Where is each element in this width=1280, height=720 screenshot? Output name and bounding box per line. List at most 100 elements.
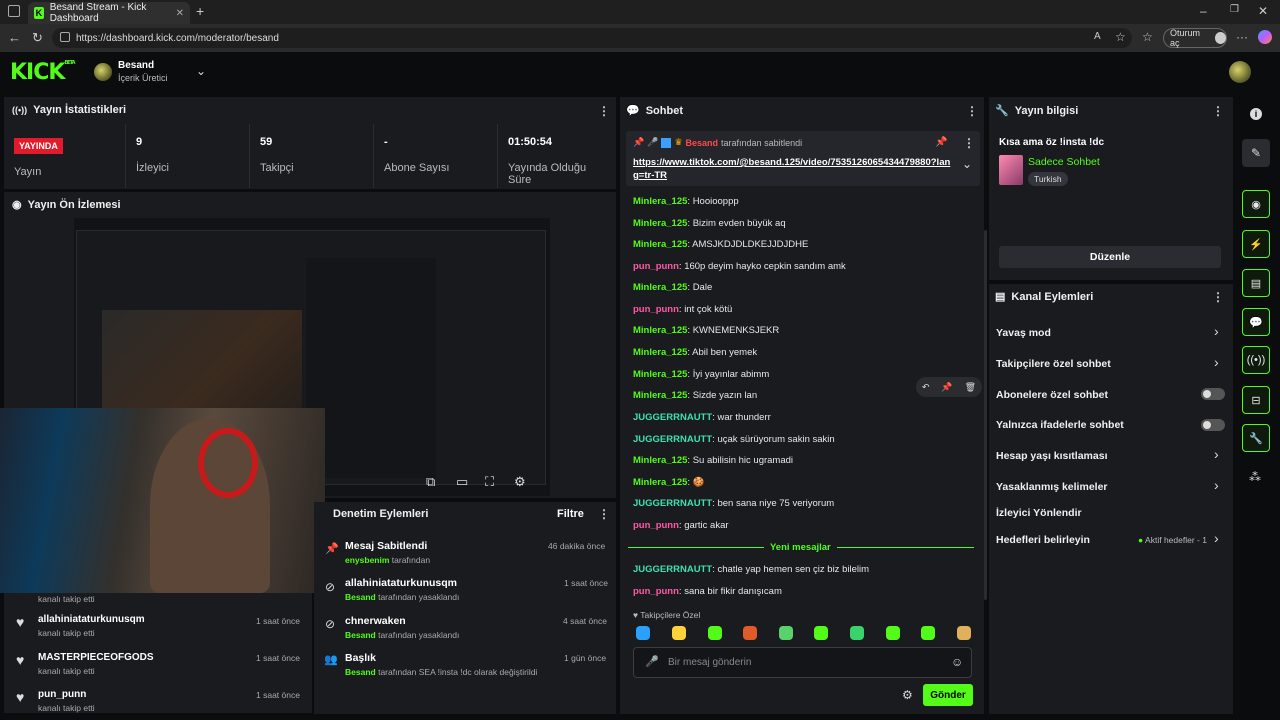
signin-button[interactable]: Oturum aç	[1163, 28, 1227, 48]
channel-switcher[interactable]: Besand İçerik Üretici	[118, 60, 168, 83]
goals-row[interactable]: Hedefleri belirleyin	[996, 534, 1090, 546]
banned-words-row[interactable]: Yasaklanmış kelimeler	[996, 481, 1108, 493]
tab-close-icon[interactable]: ✕	[176, 8, 184, 19]
sidebar-moderation-button[interactable]: ⊟	[1242, 386, 1270, 414]
reload-icon[interactable]: ↻	[32, 30, 43, 46]
chat-username[interactable]: Minlera_125	[633, 325, 687, 336]
back-icon[interactable]: ←	[8, 30, 21, 45]
emote-icon[interactable]	[708, 626, 722, 640]
site-info-icon[interactable]	[60, 32, 70, 42]
sidebar-tools-button[interactable]: 🔧	[1242, 424, 1270, 452]
chat-scrollbar[interactable]	[984, 230, 987, 600]
delete-icon[interactable]: 🗑	[965, 382, 976, 393]
window-close-icon[interactable]: ✕	[1258, 4, 1268, 18]
slow-mode-row[interactable]: Yavaş mod	[996, 327, 1051, 339]
chat-username[interactable]: pun_punn	[633, 520, 679, 531]
layout-icon[interactable]: ⁂	[1249, 470, 1261, 484]
new-tab-icon[interactable]: +	[196, 3, 204, 19]
chat-username[interactable]: Minlera_125	[633, 347, 687, 358]
mod-actor[interactable]: Besand	[345, 667, 376, 677]
subs-only-toggle[interactable]	[1201, 388, 1225, 400]
chat-username[interactable]: Minlera_125	[633, 390, 687, 401]
sidebar-preview-button[interactable]: ◉	[1242, 190, 1270, 218]
kick-logo[interactable]: KICKBETA	[10, 60, 76, 85]
edit-button[interactable]: Düzenle	[999, 246, 1221, 268]
user-avatar[interactable]	[1229, 61, 1251, 83]
filter-button[interactable]: Filtre	[557, 508, 584, 520]
chat-username[interactable]: JUGGERRNAUTT	[633, 498, 712, 509]
followers-only-row[interactable]: Takipçilere özel sohbet	[996, 358, 1111, 370]
emote-icon[interactable]	[957, 626, 971, 640]
chat-username[interactable]: JUGGERRNAUTT	[633, 434, 712, 445]
mic-icon[interactable]: 🎤	[645, 655, 659, 668]
sidebar-broadcast-button[interactable]: ((•))	[1242, 346, 1270, 374]
chat-menu-icon[interactable]: ⋮	[966, 104, 978, 118]
emote-only-toggle[interactable]	[1201, 419, 1225, 431]
pin-message-icon[interactable]: 📌	[941, 382, 952, 393]
emote-icon[interactable]	[779, 626, 793, 640]
chat-settings-icon[interactable]: ⚙	[902, 688, 913, 702]
chevron-right-icon[interactable]: ›	[1214, 477, 1219, 493]
chevron-down-icon[interactable]: ⌄	[962, 157, 972, 171]
chat-username[interactable]: pun_punn	[633, 261, 679, 272]
theater-icon[interactable]: ▭	[456, 474, 468, 490]
reply-icon[interactable]: ↶	[922, 382, 930, 393]
address-bar[interactable]: https://dashboard.kick.com/moderator/bes…	[52, 28, 1132, 48]
tab-actions-icon[interactable]	[8, 5, 20, 17]
settings-gear-icon[interactable]: ⚙	[514, 474, 526, 490]
pinned-link[interactable]: https://www.tiktok.com/@besand.125/video…	[633, 156, 955, 182]
edit-pencil-icon[interactable]: ✎	[1242, 139, 1270, 167]
sidebar-chat-button[interactable]: 💬	[1242, 308, 1270, 336]
chat-username[interactable]: JUGGERRNAUTT	[633, 412, 712, 423]
unpin-icon[interactable]: 📌	[935, 137, 947, 148]
sidebar-notes-button[interactable]: ▤	[1242, 269, 1270, 297]
pinned-user[interactable]: Besand	[686, 138, 719, 148]
channel-actions-menu-icon[interactable]: ⋮	[1212, 290, 1224, 304]
mod-actor[interactable]: Besand	[345, 630, 376, 640]
copilot-icon[interactable]	[1258, 30, 1272, 44]
browser-menu-icon[interactable]: ···	[1236, 30, 1248, 44]
favorite-star-icon[interactable]: ☆	[1115, 30, 1126, 44]
category-name[interactable]: Sadece Sohbet	[1028, 156, 1100, 168]
chevron-right-icon[interactable]: ›	[1214, 354, 1219, 370]
chat-username[interactable]: Minlera_125	[633, 196, 687, 207]
chat-username[interactable]: Minlera_125	[633, 477, 687, 488]
emoji-icon[interactable]: ☺	[951, 655, 963, 669]
info-icon[interactable]: i	[1250, 108, 1262, 120]
emote-icon[interactable]	[636, 626, 650, 640]
mod-actor[interactable]: Besand	[345, 592, 376, 602]
fullscreen-icon[interactable]: ⛶	[485, 474, 494, 490]
send-button[interactable]: Gönder	[923, 684, 973, 706]
read-aloud-icon[interactable]: A	[1094, 31, 1101, 42]
collections-icon[interactable]: ☆	[1142, 30, 1153, 44]
stream-info-menu-icon[interactable]: ⋮	[1212, 104, 1224, 118]
emote-icon[interactable]	[850, 626, 864, 640]
emote-icon[interactable]	[921, 626, 935, 640]
minimize-icon[interactable]: –	[1200, 4, 1207, 18]
chevron-right-icon[interactable]: ›	[1214, 446, 1219, 462]
chat-username[interactable]: Minlera_125	[633, 239, 687, 250]
maximize-icon[interactable]: ❐	[1230, 4, 1239, 15]
moderation-menu-icon[interactable]: ⋮	[598, 507, 610, 521]
chat-username[interactable]: pun_punn	[633, 304, 679, 315]
pinned-menu-icon[interactable]: ⋮	[963, 136, 975, 150]
sidebar-bolt-button[interactable]: ⚡	[1242, 230, 1270, 258]
stats-menu-icon[interactable]: ⋮	[598, 104, 610, 118]
account-age-row[interactable]: Hesap yaşı kısıtlaması	[996, 450, 1108, 462]
emote-icon[interactable]	[743, 626, 757, 640]
emote-icon[interactable]	[886, 626, 900, 640]
chat-username[interactable]: Minlera_125	[633, 282, 687, 293]
chat-username[interactable]: Minlera_125	[633, 455, 687, 466]
chat-username[interactable]: Minlera_125	[633, 218, 687, 229]
browser-tab[interactable]: K Besand Stream - Kick Dashboard ✕	[28, 2, 190, 24]
chevron-right-icon[interactable]: ›	[1214, 530, 1219, 546]
pip-icon[interactable]: ⧉	[426, 474, 435, 490]
chevron-right-icon[interactable]: ›	[1214, 323, 1219, 339]
mod-actor[interactable]: enysbenim	[345, 555, 389, 565]
chevron-down-icon[interactable]: ⌄	[196, 64, 206, 78]
chat-username[interactable]: JUGGERRNAUTT	[633, 564, 712, 575]
emote-icon[interactable]	[814, 626, 828, 640]
chat-username[interactable]: pun_punn	[633, 586, 679, 597]
chat-username[interactable]: Minlera_125	[633, 369, 687, 380]
emote-icon[interactable]	[672, 626, 686, 640]
